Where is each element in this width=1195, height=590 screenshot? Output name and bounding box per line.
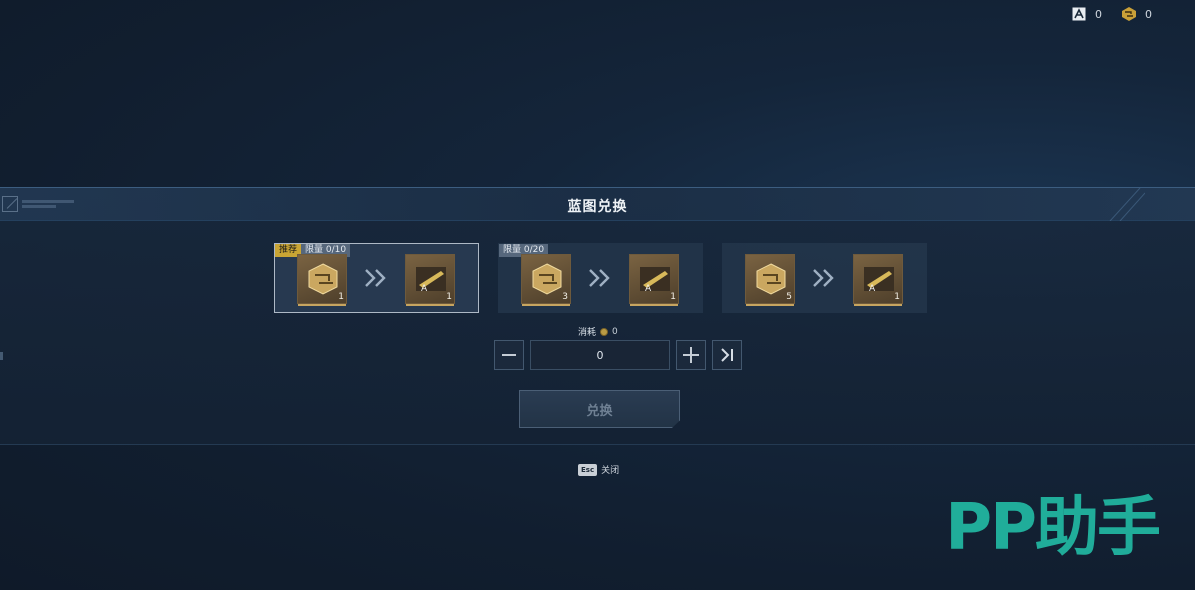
cost-qty: 1 — [338, 292, 344, 302]
reward-item[interactable]: A 1 — [405, 254, 455, 306]
skip-to-max-icon — [721, 348, 733, 362]
offer-list: 推荐 限量 0/10 1 A 1 限量 0/20 3 A 1 5 A 1 — [274, 243, 927, 313]
watermark-text: PP助手 — [945, 491, 1161, 565]
close-label: 关闭 — [601, 466, 620, 476]
gold-box-icon — [1121, 6, 1137, 22]
cost-qty: 5 — [786, 292, 792, 302]
cost-item[interactable]: 1 — [297, 254, 347, 306]
corner-mark-icon — [2, 196, 18, 212]
blueprint-crate-icon — [532, 263, 562, 295]
currency-gold: 0 — [1121, 6, 1155, 22]
offer-card[interactable]: 5 A 1 — [722, 243, 927, 313]
quantity-input[interactable]: 0 — [530, 340, 670, 370]
reward-qty: 1 — [894, 292, 900, 302]
blueprint-crate-icon — [756, 263, 786, 295]
reward-item[interactable]: A 1 — [853, 254, 903, 306]
panel-header: 蓝图兑换 — [0, 188, 1195, 221]
watermark-logo: PP助手 — [945, 476, 1161, 568]
currency-crystal: 0 — [1071, 6, 1105, 22]
double-chevron-icon — [365, 269, 386, 287]
minus-icon — [502, 354, 516, 356]
exchange-panel: 蓝图兑换 推荐 限量 0/10 1 A 1 限量 0/20 3 A 1 5 A … — [0, 187, 1195, 445]
consume-label: 消耗 — [578, 328, 597, 338]
svg-text:A: A — [421, 284, 428, 294]
esc-key-icon: Esc — [578, 463, 598, 476]
plus-icon — [683, 347, 699, 363]
crystal-a-icon — [1071, 6, 1087, 22]
double-chevron-icon — [589, 269, 610, 287]
max-button[interactable] — [712, 340, 742, 370]
svg-text:A: A — [645, 284, 652, 294]
currency-gold-value: 0 — [1145, 7, 1152, 21]
reward-qty: 1 — [670, 292, 676, 302]
cost-qty: 3 — [562, 292, 568, 302]
header-decoration — [2, 196, 74, 212]
coin-icon — [600, 327, 609, 336]
consume-info: 消耗 0 — [578, 325, 618, 339]
weapon-blueprint-icon: A — [416, 267, 446, 294]
reward-item[interactable]: A 1 — [629, 254, 679, 306]
side-marker — [0, 352, 3, 360]
reward-qty: 1 — [446, 292, 452, 302]
exchange-button[interactable]: 兑换 — [519, 390, 680, 428]
double-chevron-icon — [813, 269, 834, 287]
increase-button[interactable] — [676, 340, 706, 370]
cost-item[interactable]: 5 — [745, 254, 795, 306]
svg-text:A: A — [869, 284, 876, 294]
header-slash-decoration — [1109, 188, 1145, 221]
cost-item[interactable]: 3 — [521, 254, 571, 306]
currency-bar: 0 0 — [1071, 6, 1155, 22]
decrease-button[interactable] — [494, 340, 524, 370]
quantity-stepper: 0 — [494, 340, 742, 370]
close-hint[interactable]: Esc 关闭 — [578, 463, 619, 476]
dialog-title: 蓝图兑换 — [567, 199, 628, 215]
weapon-blueprint-icon: A — [640, 267, 670, 294]
currency-crystal-value: 0 — [1095, 7, 1102, 21]
weapon-blueprint-icon: A — [864, 267, 894, 294]
offer-card[interactable]: 限量 0/20 3 A 1 — [498, 243, 703, 313]
consume-value: 0 — [612, 326, 618, 337]
offer-card[interactable]: 推荐 限量 0/10 1 A 1 — [274, 243, 479, 313]
blueprint-crate-icon — [308, 263, 338, 295]
